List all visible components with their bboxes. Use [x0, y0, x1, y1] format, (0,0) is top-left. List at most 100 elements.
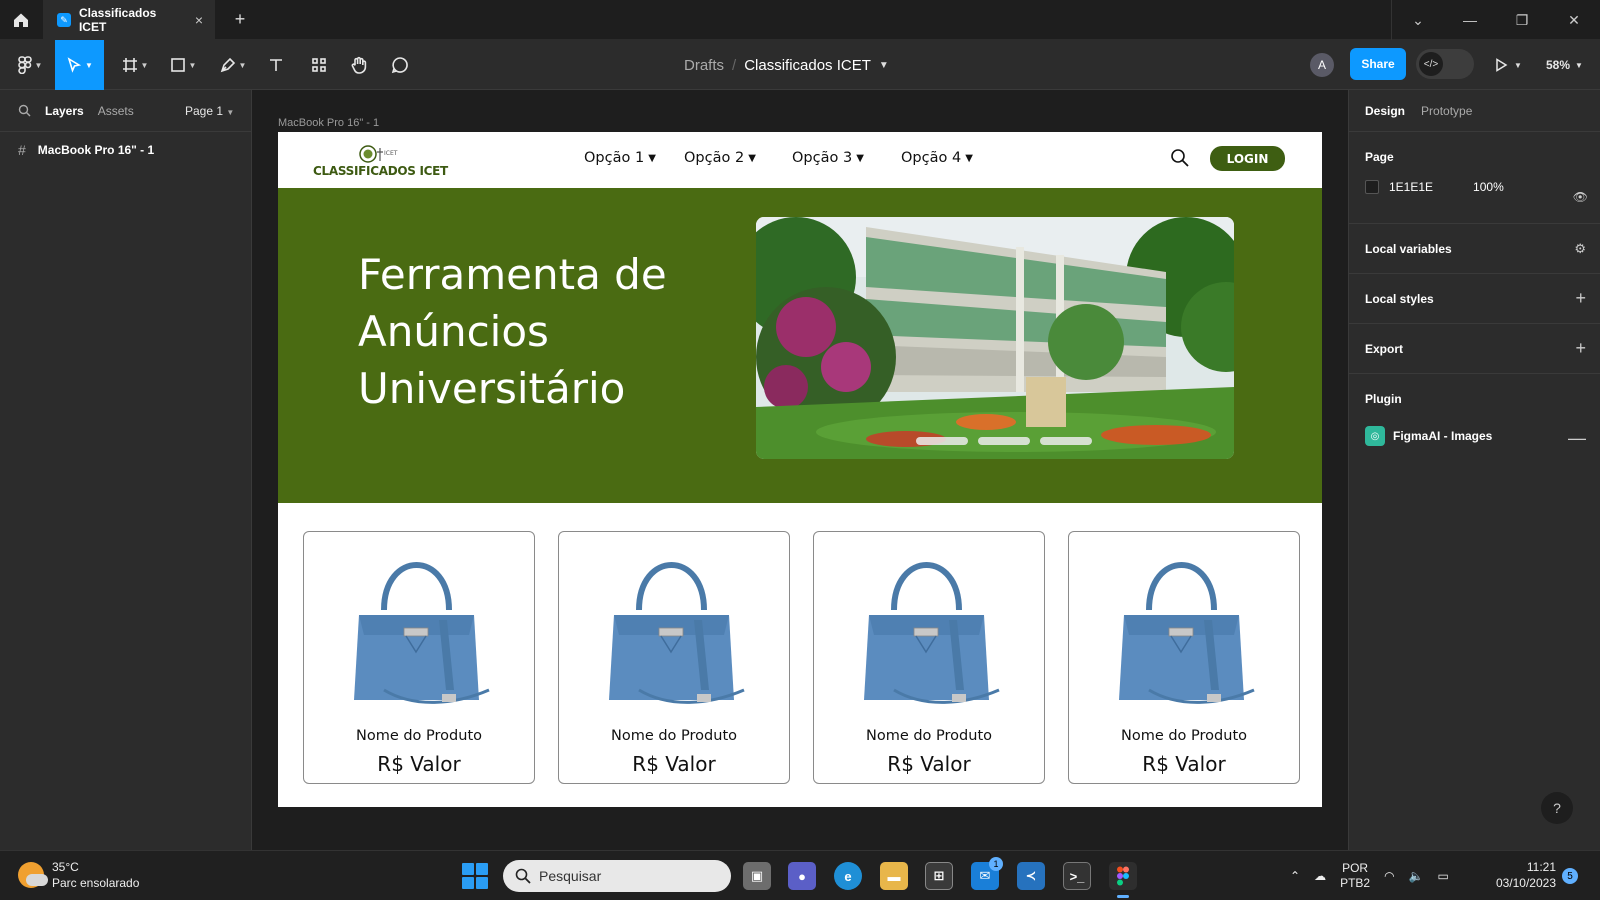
- teams-chat-icon[interactable]: ●: [788, 862, 816, 890]
- move-tool-button[interactable]: ▼: [55, 40, 104, 90]
- menu-option-2[interactable]: Opção 2 ▼: [684, 150, 756, 166]
- product-card[interactable]: Nome do Produto R$ Valor: [1068, 531, 1300, 784]
- local-styles-label: Local styles: [1365, 291, 1434, 306]
- hero-title-line: Universitário: [358, 364, 626, 413]
- page-color-value[interactable]: 1E1E1E: [1389, 180, 1433, 194]
- clock[interactable]: 11:21 03/10/2023: [1488, 859, 1556, 891]
- menu-option-4[interactable]: Opção 4 ▼: [901, 150, 973, 166]
- tab-assets[interactable]: Assets: [98, 104, 134, 118]
- figma-app-icon[interactable]: [1109, 862, 1137, 898]
- layer-item-frame[interactable]: # MacBook Pro 16" - 1: [18, 142, 154, 158]
- tab-layers[interactable]: Layers: [45, 104, 84, 118]
- chevron-down-icon[interactable]: ⌄: [1392, 0, 1444, 40]
- breadcrumb-separator: /: [732, 56, 737, 74]
- present-button[interactable]: ▼: [1494, 40, 1522, 90]
- share-button[interactable]: Share: [1350, 48, 1406, 80]
- file-explorer-icon[interactable]: ▬: [880, 862, 908, 890]
- close-tab-icon[interactable]: ×: [195, 12, 203, 28]
- system-tray: ⌃ ☁ POR PTB2 ◠ 🔈 ▭: [1290, 851, 1449, 900]
- microsoft-store-icon[interactable]: ⊞: [925, 862, 953, 890]
- product-name: Nome do Produto: [355, 728, 482, 744]
- battery-icon[interactable]: ▭: [1438, 869, 1449, 883]
- product-price: R$ Valor: [887, 752, 971, 776]
- text-tool-button[interactable]: [263, 40, 289, 90]
- hero-title-line: Anúncios: [358, 307, 549, 356]
- start-button[interactable]: [462, 863, 488, 889]
- menu-option-label: Opção 4: [901, 150, 962, 166]
- add-icon[interactable]: +: [1575, 338, 1586, 359]
- carousel-indicator[interactable]: [978, 437, 1030, 445]
- hand-tool-button[interactable]: [346, 40, 372, 90]
- frame-tool-button[interactable]: ▼: [115, 40, 155, 90]
- close-window-button[interactable]: ✕: [1548, 0, 1600, 40]
- menu-option-3[interactable]: Opção 3 ▼: [792, 150, 864, 166]
- plugin-item[interactable]: ◎ FigmaAI - Images: [1365, 426, 1600, 446]
- shape-tool-button[interactable]: ▼: [163, 40, 203, 90]
- carousel-indicator[interactable]: [916, 437, 968, 445]
- product-card[interactable]: Nome do Produto R$ Valor: [813, 531, 1045, 784]
- page-fill-row[interactable]: 1E1E1E 100%: [1365, 180, 1600, 194]
- help-button[interactable]: ?: [1541, 792, 1573, 824]
- eye-icon[interactable]: 👁: [1573, 190, 1588, 204]
- taskbar-search[interactable]: Pesquisar: [503, 860, 731, 892]
- search-icon[interactable]: [18, 104, 31, 117]
- plugin-icon: ◎: [1365, 426, 1385, 446]
- menu-option-label: Opção 3: [792, 150, 853, 166]
- local-styles-section[interactable]: Local styles +: [1349, 274, 1600, 324]
- hero-banner: Ferramenta de Anúncios Universitário: [278, 188, 1322, 503]
- carousel-indicator[interactable]: [1040, 437, 1092, 445]
- design-frame[interactable]: ICET CLASSIFICADOS ICET Opção 1 ▼ Opção 2…: [278, 132, 1322, 807]
- tab-design[interactable]: Design: [1365, 104, 1405, 118]
- product-card[interactable]: Nome do Produto R$ Valor: [558, 531, 790, 784]
- text-icon: [270, 59, 282, 71]
- properties-panel: Design Prototype Page 1E1E1E 100% 👁 Loca…: [1348, 90, 1600, 850]
- pen-tool-button[interactable]: ▼: [213, 40, 253, 90]
- comment-tool-button[interactable]: [387, 40, 413, 90]
- hero-title: Ferramenta de Anúncios Universitário: [358, 246, 698, 417]
- task-view-icon[interactable]: ▣: [743, 862, 771, 890]
- breadcrumb-drafts[interactable]: Drafts: [684, 57, 724, 74]
- frame-label[interactable]: MacBook Pro 16" - 1: [278, 117, 379, 129]
- remove-icon[interactable]: —: [1568, 428, 1586, 449]
- notification-badge[interactable]: 5: [1562, 868, 1578, 884]
- login-button[interactable]: LOGIN: [1210, 146, 1285, 171]
- wifi-icon[interactable]: ◠: [1384, 869, 1394, 883]
- search-icon[interactable]: [1170, 148, 1190, 172]
- weather-widget[interactable]: 35°C Parc ensolarado: [18, 859, 139, 891]
- onedrive-icon[interactable]: ☁: [1314, 869, 1326, 883]
- restore-button[interactable]: ❐: [1496, 0, 1548, 40]
- hero-carousel-image[interactable]: [756, 217, 1234, 459]
- resources-tool-button[interactable]: [306, 40, 332, 90]
- vscode-icon[interactable]: ≺: [1017, 862, 1045, 890]
- site-logo[interactable]: ICET CLASSIFICADOS ICET: [313, 144, 448, 178]
- local-variables-section[interactable]: Local variables ⚙: [1349, 224, 1600, 274]
- chevron-down-icon: ▼: [85, 60, 93, 70]
- chevron-down-icon[interactable]: ▼: [879, 60, 889, 71]
- dev-mode-toggle[interactable]: </>: [1416, 49, 1474, 79]
- avatar[interactable]: A: [1310, 53, 1334, 77]
- mail-badge: 1: [989, 857, 1003, 871]
- file-name[interactable]: Classificados ICET: [744, 57, 871, 74]
- home-icon[interactable]: [8, 8, 34, 32]
- language-indicator[interactable]: POR PTB2: [1340, 861, 1370, 891]
- file-tab[interactable]: ✎ Classificados ICET ×: [43, 0, 215, 40]
- product-name: Nome do Produto: [1120, 728, 1247, 744]
- terminal-icon[interactable]: >_: [1063, 862, 1091, 890]
- export-section[interactable]: Export +: [1349, 324, 1600, 374]
- zoom-control[interactable]: 58% ▼: [1546, 40, 1583, 90]
- volume-icon[interactable]: 🔈: [1409, 869, 1424, 883]
- edge-browser-icon[interactable]: e: [834, 862, 862, 890]
- chevron-down-icon: ▼: [748, 152, 756, 164]
- product-card[interactable]: Nome do Produto R$ Valor: [303, 531, 535, 784]
- add-icon[interactable]: +: [1575, 288, 1586, 309]
- main-menu-button[interactable]: ▼: [10, 40, 50, 90]
- minimize-button[interactable]: —: [1444, 0, 1496, 40]
- new-tab-button[interactable]: +: [230, 9, 250, 30]
- page-opacity-value[interactable]: 100%: [1473, 180, 1504, 194]
- tab-prototype[interactable]: Prototype: [1421, 104, 1472, 118]
- page-color-swatch[interactable]: [1365, 180, 1379, 194]
- page-selector[interactable]: Page 1 ▼: [185, 104, 234, 118]
- chevron-up-icon[interactable]: ⌃: [1290, 869, 1300, 883]
- sliders-icon[interactable]: ⚙: [1574, 241, 1586, 257]
- menu-option-1[interactable]: Opção 1 ▼: [584, 150, 656, 166]
